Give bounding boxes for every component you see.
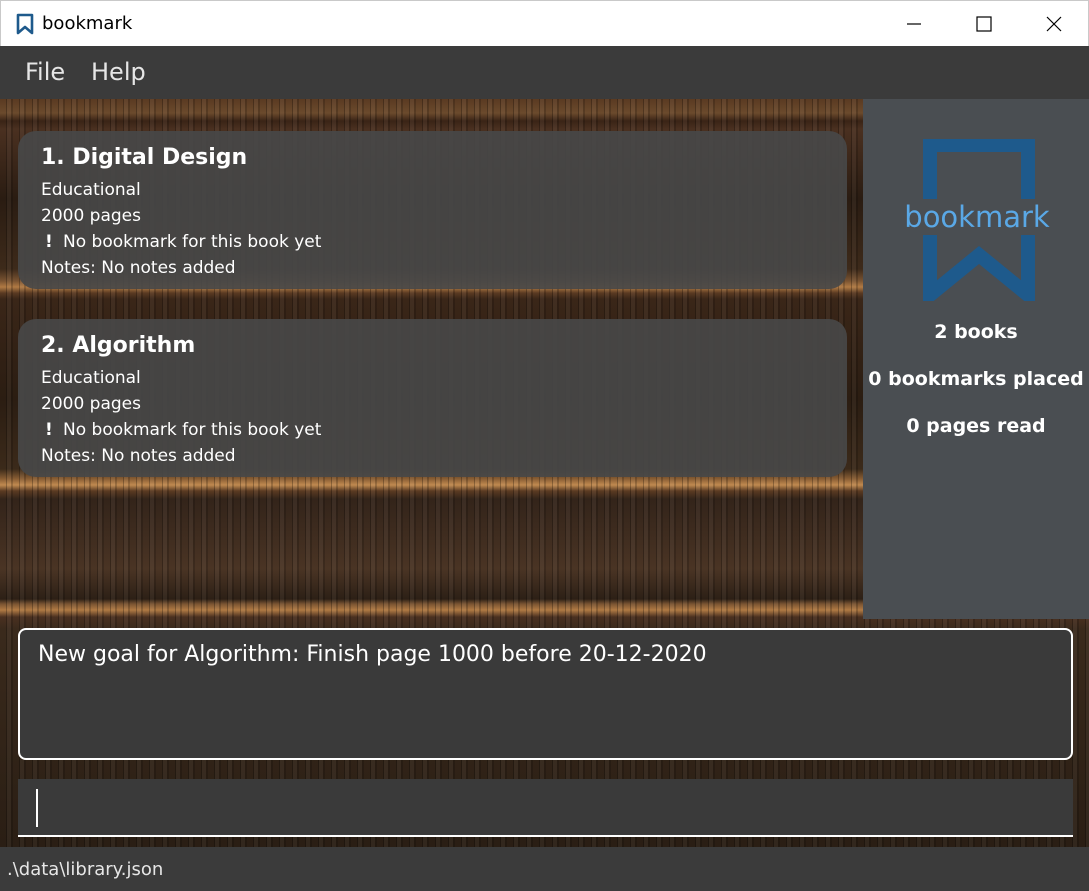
text-caret [36, 789, 38, 827]
stat-pages-read: 0 pages read [906, 415, 1046, 437]
maximize-button[interactable] [961, 1, 1007, 47]
stat-bookmarks: 0 bookmarks placed [868, 368, 1084, 390]
stats-panel: bookmark 2 books 0 bookmarks placed 0 pa… [863, 99, 1089, 619]
menu-help[interactable]: Help [91, 58, 146, 86]
status-file-path: .\data\library.json [7, 859, 164, 880]
command-input[interactable] [18, 779, 1073, 835]
maximize-icon [976, 16, 992, 32]
book-title: 1. Digital Design [41, 145, 248, 170]
book-genre: Educational [41, 180, 141, 200]
status-bar: .\data\library.json [0, 847, 1089, 891]
book-card[interactable]: 2. Algorithm Educational 2000 pages ! No … [18, 319, 847, 477]
minimize-button[interactable] [891, 1, 937, 47]
minimize-icon [907, 23, 921, 25]
title-bar[interactable]: bookmark [0, 0, 1089, 46]
menu-file[interactable]: File [25, 58, 65, 86]
warning-icon: ! [45, 232, 53, 252]
bookmark-logo-icon: bookmark [901, 139, 1053, 301]
book-notes: Notes: No notes added [41, 258, 236, 278]
result-text: New goal for Algorithm: Finish page 1000… [38, 642, 707, 667]
book-bookmark-status: ! No bookmark for this book yet [41, 232, 321, 252]
bookmark-icon [16, 13, 34, 35]
logo-text: bookmark [904, 200, 1050, 234]
bookmark-status-text: No bookmark for this book yet [63, 420, 322, 440]
result-display[interactable]: New goal for Algorithm: Finish page 1000… [18, 628, 1073, 760]
book-bookmark-status: ! No bookmark for this book yet [41, 420, 321, 440]
book-genre: Educational [41, 368, 141, 388]
warning-icon: ! [45, 420, 53, 440]
book-card[interactable]: 1. Digital Design Educational 2000 pages… [18, 131, 847, 289]
book-list[interactable]: 1. Digital Design Educational 2000 pages… [0, 99, 863, 619]
close-icon [1046, 16, 1062, 32]
book-pages: 2000 pages [41, 394, 141, 414]
stat-books: 2 books [934, 321, 1018, 343]
book-notes: Notes: No notes added [41, 446, 236, 466]
window-title: bookmark [42, 13, 133, 34]
menu-bar: File Help [0, 46, 1089, 99]
book-title: 2. Algorithm [41, 333, 196, 358]
command-box[interactable] [18, 779, 1073, 837]
close-button[interactable] [1031, 1, 1077, 47]
book-pages: 2000 pages [41, 206, 141, 226]
bookmark-status-text: No bookmark for this book yet [63, 232, 322, 252]
